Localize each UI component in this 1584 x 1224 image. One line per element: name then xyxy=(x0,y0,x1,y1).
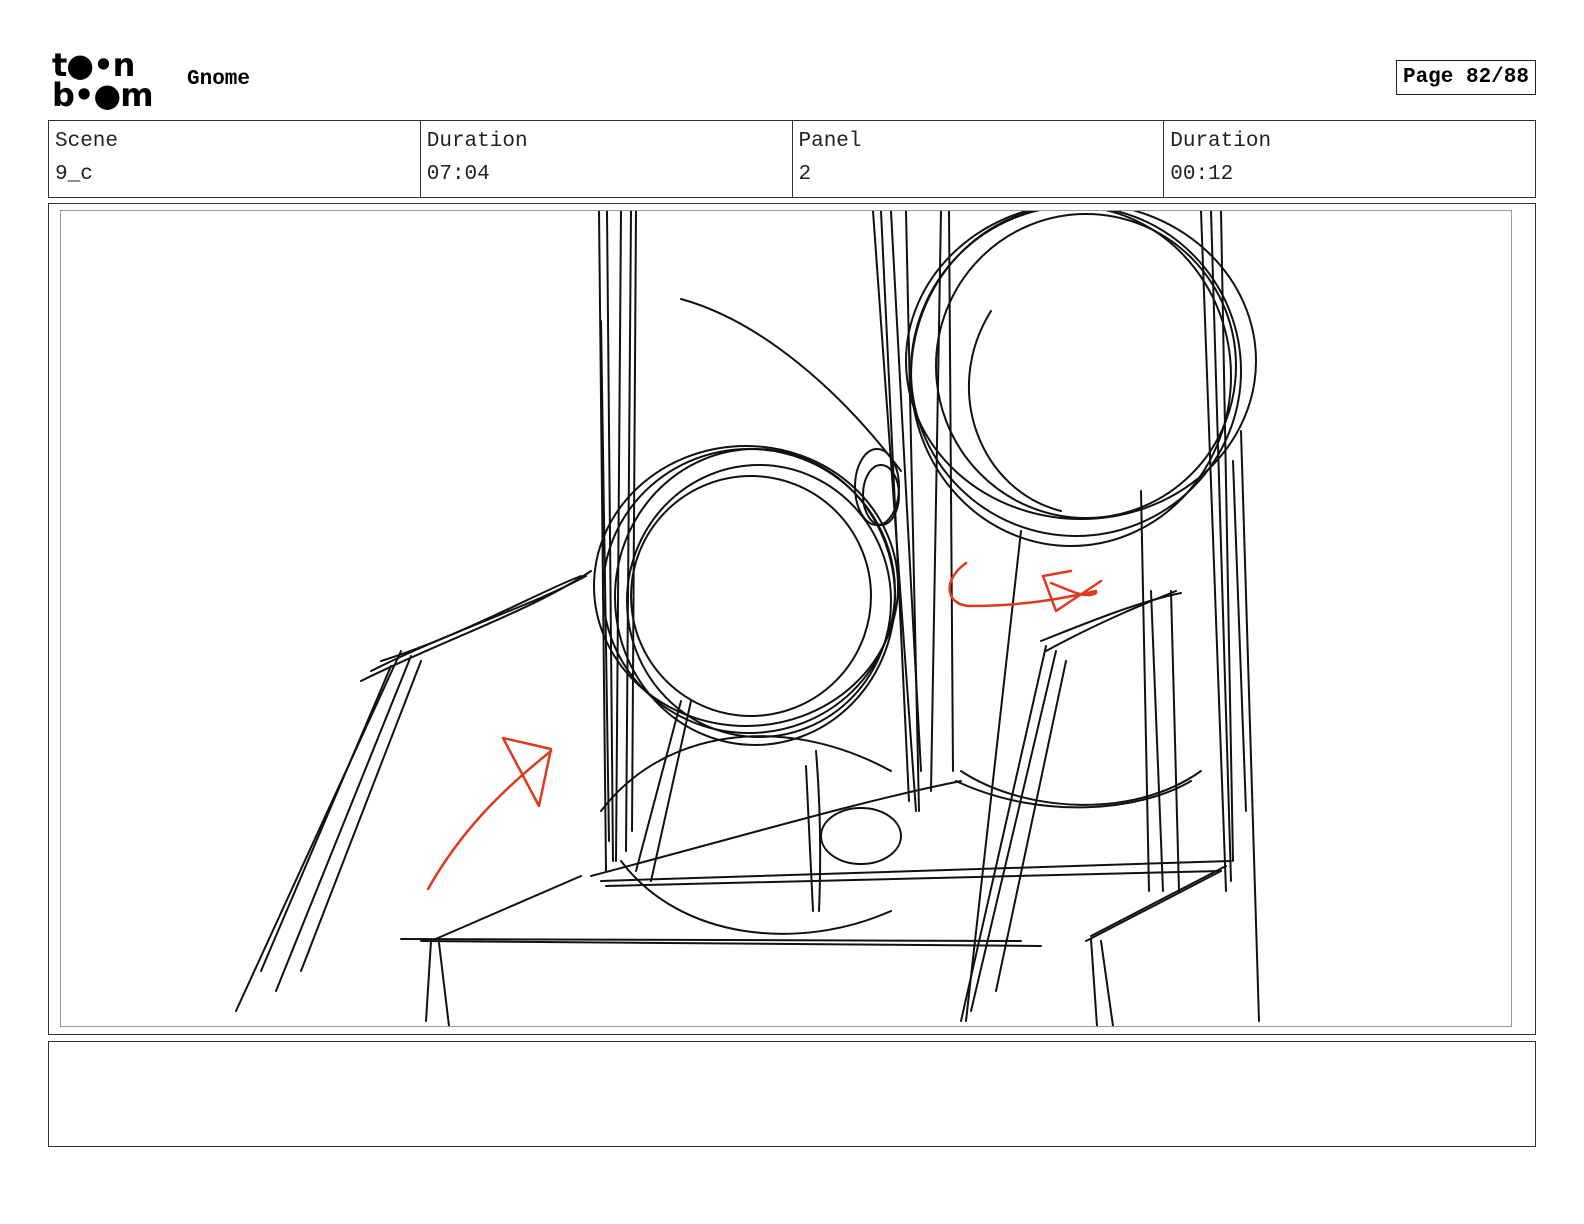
left-arm-sketch xyxy=(235,570,592,1012)
panel-safe-area xyxy=(60,210,1512,1027)
table-sketch xyxy=(400,780,1232,1026)
scene-duration-cell: Duration 07:04 xyxy=(421,121,793,197)
panel-duration-label: Duration xyxy=(1170,130,1272,153)
panel-duration-value: 00:12 xyxy=(1170,163,1234,186)
page-number-badge: Page 82/88 xyxy=(1395,60,1536,95)
right-pillar-lines xyxy=(1140,211,1260,1022)
panel-label: Panel xyxy=(798,130,862,153)
scene-cell: Scene 9_c xyxy=(49,121,421,197)
storyboard-header: t●•n b•●m Gnome Page 82/88 xyxy=(48,48,1536,116)
panel-notes-box xyxy=(48,1041,1536,1147)
logo-line-2: b•●m xyxy=(52,76,154,114)
panel-duration-cell: Duration 00:12 xyxy=(1164,121,1535,197)
panel-value: 2 xyxy=(798,163,812,186)
lower-body-sketch xyxy=(600,700,1202,935)
scene-value: 9_c xyxy=(55,163,93,186)
center-pillar-lines xyxy=(872,211,954,812)
scene-duration-label: Duration xyxy=(426,130,528,153)
left-sphere-sketch xyxy=(593,298,902,746)
storyboard-panel xyxy=(48,203,1536,1035)
scene-info-table: Scene 9_c Duration 07:04 Panel 2 Duratio… xyxy=(48,120,1536,198)
panel-cell: Panel 2 xyxy=(793,121,1165,197)
toonboom-logo: t●•n b•●m xyxy=(52,49,170,116)
left-pillar-lines xyxy=(598,211,637,872)
project-title: Gnome xyxy=(187,68,251,91)
scene-duration-value: 07:04 xyxy=(426,163,490,186)
scene-label: Scene xyxy=(55,130,119,153)
sketch-drawing xyxy=(235,211,1260,1026)
